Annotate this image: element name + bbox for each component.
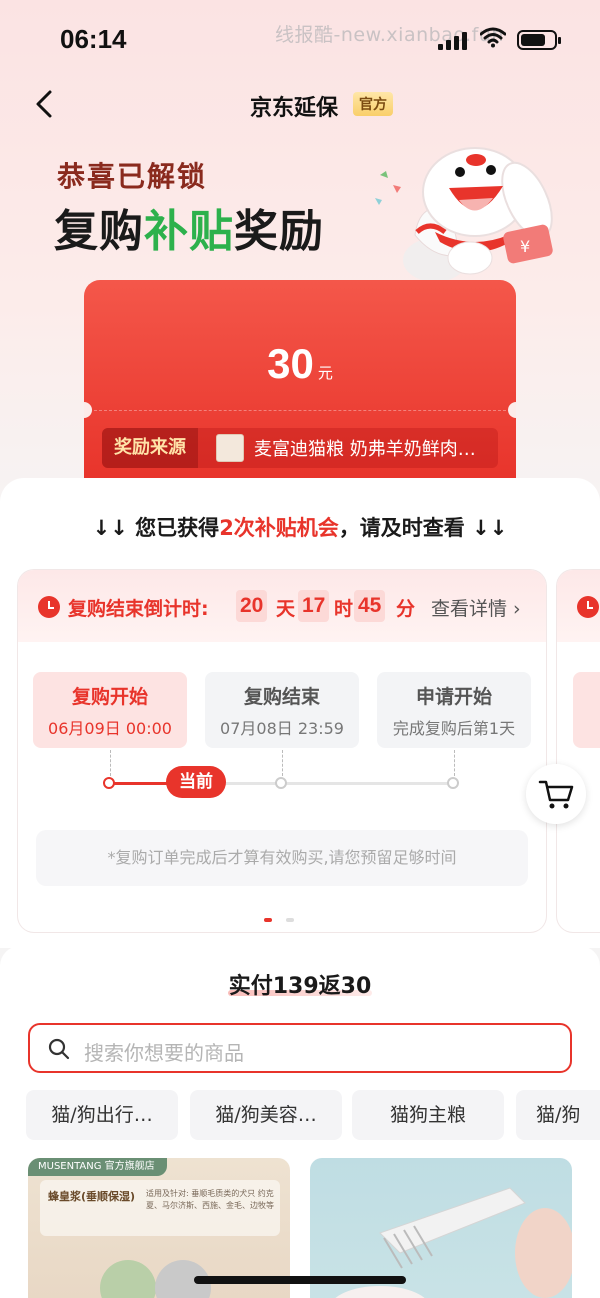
countdown-hours: 17 bbox=[298, 590, 330, 622]
reward-source-product: 麦富迪猫粮 奶弗羊奶鲜肉… bbox=[254, 439, 476, 460]
category-chip[interactable]: 猫/狗 bbox=[516, 1090, 600, 1140]
countdown-hours-unit: 时 bbox=[334, 598, 354, 620]
coupon-amount: 30 元 bbox=[84, 340, 516, 388]
timeline-connector bbox=[110, 750, 111, 776]
battery-icon bbox=[517, 30, 561, 50]
countdown-days-unit: 天 bbox=[276, 598, 296, 620]
step-date: 完成复购后第1天 bbox=[392, 719, 516, 738]
step-title: 复购开始 bbox=[71, 686, 148, 708]
product-brand-tag: MUSENTANG 官方旗舰店 bbox=[28, 1158, 167, 1176]
timeline-dot-apply bbox=[447, 777, 459, 789]
reward-source-tag: 奖励来源 bbox=[102, 428, 198, 468]
chances-prefix: ↓↓ 您已获得 bbox=[92, 516, 220, 540]
chances-count: 2次补贴机会 bbox=[219, 516, 339, 540]
countdown-minutes: 45 bbox=[354, 590, 386, 622]
current-marker: 当前 bbox=[166, 766, 226, 798]
carousel-dot-active[interactable] bbox=[264, 918, 272, 922]
countdown-label: 复购结束倒计时: bbox=[68, 598, 209, 620]
coupon-divider bbox=[94, 410, 506, 411]
step-repurchase-end: 复购结束 07月08日 23:59 bbox=[205, 672, 359, 748]
repurchase-card-next[interactable] bbox=[557, 570, 600, 932]
timeline-connector bbox=[282, 750, 283, 776]
view-details-link[interactable]: 查看详情 › bbox=[431, 594, 521, 621]
product-desc: 适用及针对: 垂顺毛质类的犬只 约克夏、马尔济斯、西施、金毛、边牧等 bbox=[146, 1189, 274, 1210]
category-chip[interactable]: 猫狗主粮 bbox=[352, 1090, 504, 1140]
clock-icon bbox=[577, 596, 599, 618]
product-name: 蜂皇浆(垂顺保湿) bbox=[48, 1190, 136, 1203]
search-icon bbox=[48, 1038, 70, 1060]
step-repurchase-start: 复购开始 06月09日 00:00 bbox=[33, 672, 187, 748]
repurchase-card: 复购结束倒计时: 20 天 17 时 45 分 查看详情 › 复购开始 06月0… bbox=[18, 570, 546, 932]
step-date: 06月09日 00:00 bbox=[48, 719, 172, 738]
product-bottles-image bbox=[100, 1260, 211, 1298]
clock-icon bbox=[38, 596, 60, 618]
step-title: 申请开始 bbox=[415, 686, 492, 708]
reward-title-part2: 奖励 bbox=[234, 206, 324, 257]
status-time: 06:14 bbox=[60, 24, 127, 54]
category-chip[interactable]: 猫/狗美容… bbox=[190, 1090, 342, 1140]
step-card-partial bbox=[573, 672, 600, 748]
page-title: 京东延保 bbox=[250, 96, 339, 121]
home-indicator bbox=[194, 1276, 406, 1284]
coupon-notch-left bbox=[84, 402, 92, 418]
timeline-dot-start bbox=[103, 777, 115, 789]
reward-source-row[interactable]: 奖励来源 麦富迪猫粮 奶弗羊奶鲜肉… bbox=[102, 428, 498, 468]
unlock-title: 恭喜已解锁 bbox=[57, 160, 208, 193]
step-apply-start: 申请开始 完成复购后第1天 bbox=[377, 672, 531, 748]
product-thumbnail bbox=[216, 434, 244, 462]
step-title: 复购结束 bbox=[243, 686, 320, 708]
search-input[interactable]: 搜索你想要的商品 bbox=[28, 1023, 572, 1073]
reward-title: 复购补贴奖励 bbox=[54, 195, 324, 259]
repurchase-note: *复购订单完成后才算有效购买,请您预留足够时间 bbox=[36, 830, 528, 886]
step-date: 07月08日 23:59 bbox=[220, 719, 344, 738]
carousel-dot[interactable] bbox=[286, 918, 294, 922]
reward-coupon[interactable]: 30 元 奖励来源 麦富迪猫粮 奶弗羊奶鲜肉… bbox=[84, 280, 516, 480]
reward-title-part1: 复购 bbox=[54, 206, 144, 257]
paid-return-title: 实付139返30 bbox=[228, 974, 372, 999]
countdown-minutes-unit: 分 bbox=[396, 598, 416, 620]
chances-suffix: ，请及时查看 ↓↓ bbox=[338, 516, 508, 540]
signal-icon bbox=[438, 30, 470, 50]
official-badge: 官方 bbox=[353, 92, 393, 116]
svg-text:¥: ¥ bbox=[520, 237, 530, 256]
chances-headline: ↓↓ 您已获得2次补贴机会，请及时查看 ↓↓ bbox=[0, 512, 600, 542]
search-placeholder: 搜索你想要的商品 bbox=[84, 1041, 244, 1065]
coupon-notch-right bbox=[508, 402, 516, 418]
mascot-dog-illustration: ¥ bbox=[375, 147, 553, 282]
countdown-days: 20 bbox=[236, 590, 268, 622]
category-chip[interactable]: 猫/狗出行… bbox=[26, 1090, 178, 1140]
reward-title-green: 补贴 bbox=[144, 206, 234, 257]
cart-button[interactable] bbox=[526, 764, 586, 824]
timeline-connector bbox=[454, 750, 455, 776]
coupon-amount-value: 30 bbox=[267, 340, 314, 387]
timeline-dot-end bbox=[275, 777, 287, 789]
coupon-amount-unit: 元 bbox=[317, 364, 333, 382]
wifi-icon bbox=[480, 27, 506, 48]
back-button[interactable] bbox=[28, 86, 64, 122]
